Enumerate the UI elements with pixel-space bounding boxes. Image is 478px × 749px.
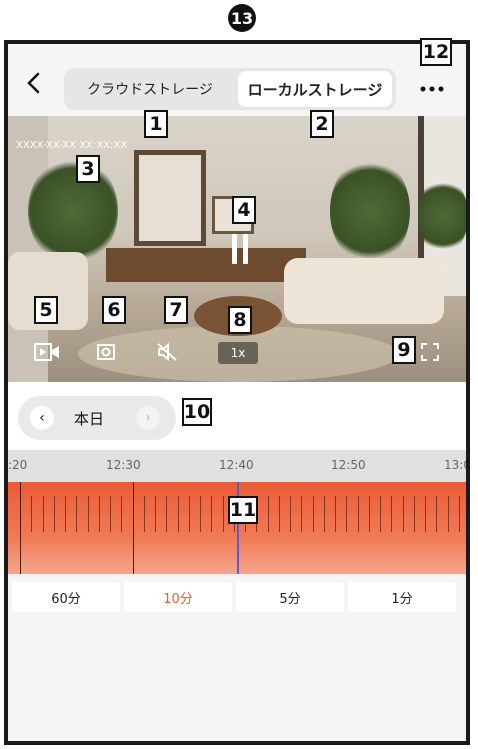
phone-frame: クラウドストレージ ローカルストレージ XXXX-XX-XX XX:XX:XX	[4, 40, 470, 745]
zoom-5min-button[interactable]: 5分	[236, 582, 344, 612]
timeline-tick	[301, 496, 303, 532]
callout-6: 6	[102, 296, 126, 324]
tab-cloud-storage[interactable]: クラウドストレージ	[64, 68, 236, 110]
date-navigation: ‹ 本日 ›	[8, 382, 466, 450]
video-timestamp: XXXX-XX-XX XX:XX:XX	[16, 140, 128, 151]
timeline-tick	[278, 496, 280, 532]
back-button[interactable]	[26, 72, 40, 100]
timeline-tick	[222, 496, 224, 532]
timeline-tick	[447, 496, 449, 532]
timeline-tick	[166, 496, 168, 532]
zoom-1min-button[interactable]: 1分	[348, 582, 456, 612]
timeline-tick	[188, 496, 190, 532]
pause-button[interactable]	[230, 234, 250, 264]
timeline-tick	[98, 496, 100, 532]
plant-decor	[418, 176, 466, 256]
plant-decor	[28, 156, 118, 266]
timeline-tick	[53, 496, 55, 532]
timeline-tick	[211, 496, 213, 532]
time-ruler: :20 12:30 12:40 12:50 13:0	[8, 450, 466, 482]
zoom-selector: 60分 10分 5分 1分	[8, 574, 466, 620]
sofa-right	[284, 258, 444, 324]
date-selector: ‹ 本日 ›	[18, 396, 176, 440]
pause-icon	[243, 234, 248, 264]
fullscreen-button[interactable]	[420, 342, 440, 367]
callout-2: 2	[310, 110, 334, 138]
timeline-tick	[177, 496, 179, 532]
mute-button[interactable]	[156, 342, 178, 367]
date-label: 本日	[74, 410, 105, 428]
pause-icon	[232, 234, 237, 264]
timeline-tick	[87, 496, 89, 532]
ruler-label: 12:30	[106, 458, 141, 472]
callout-1: 1	[144, 110, 168, 138]
timeline-tick	[31, 496, 33, 532]
timeline-tick	[402, 496, 404, 532]
timeline-tick	[290, 496, 291, 532]
record-icon	[34, 343, 59, 361]
ruler-label: 12:50	[331, 458, 366, 472]
header: クラウドストレージ ローカルストレージ	[8, 44, 466, 116]
sideboard	[106, 248, 306, 282]
more-dots-icon	[420, 86, 444, 92]
timeline-tick	[346, 496, 348, 532]
timeline-tick	[121, 496, 123, 532]
ruler-label: 13:0	[444, 458, 470, 472]
callout-3: 3	[76, 155, 100, 183]
timeline-tick	[436, 496, 438, 532]
timeline-tick	[425, 496, 426, 532]
timeline-tick	[110, 496, 111, 532]
snapshot-button[interactable]	[96, 342, 116, 367]
timeline-major-tick	[132, 482, 134, 574]
figure-number-badge: 13	[228, 4, 256, 32]
timeline-tick	[65, 496, 66, 532]
callout-7: 7	[164, 296, 188, 324]
timeline-tick	[335, 496, 336, 532]
timeline-tick	[391, 496, 393, 532]
timeline-tick	[200, 496, 201, 532]
callout-8: 8	[228, 306, 252, 334]
timeline-tick	[76, 496, 78, 532]
wall-art	[134, 150, 206, 246]
timeline-tick	[380, 496, 381, 532]
callout-10: 10	[182, 398, 212, 426]
callout-9: 9	[392, 336, 416, 364]
timeline-tick	[368, 496, 370, 532]
storage-segmented-control: クラウドストレージ ローカルストレージ	[64, 68, 396, 110]
next-day-button[interactable]: ›	[136, 406, 160, 430]
timeline-tick	[267, 496, 269, 532]
tab-local-storage[interactable]: ローカルストレージ	[238, 71, 392, 107]
timeline-tick	[312, 496, 314, 532]
plant-decor	[330, 156, 410, 266]
zoom-10min-button[interactable]: 10分	[124, 582, 232, 612]
record-button[interactable]	[34, 342, 60, 367]
more-button[interactable]	[420, 74, 444, 98]
playback-speed-button[interactable]: 1x	[218, 342, 258, 364]
timeline-tick	[155, 496, 156, 532]
timeline-tick	[357, 496, 359, 532]
snapshot-icon	[97, 344, 115, 360]
callout-12: 12	[420, 38, 452, 66]
zoom-60min-button[interactable]: 60分	[12, 582, 120, 612]
callout-11: 11	[228, 496, 258, 524]
chevron-left-icon	[27, 72, 40, 94]
timeline-tick	[323, 496, 325, 532]
timeline-tick	[458, 496, 460, 532]
callout-5: 5	[34, 296, 58, 324]
timeline-tick	[143, 496, 145, 532]
ruler-label: 12:40	[219, 458, 254, 472]
timeline-tick	[42, 496, 44, 532]
callout-4: 4	[232, 196, 256, 224]
fullscreen-icon	[421, 343, 439, 361]
timeline-tick	[413, 496, 415, 532]
mute-icon	[157, 342, 177, 362]
ruler-label: :20	[8, 458, 28, 472]
timeline-major-tick	[20, 482, 21, 574]
previous-day-button[interactable]: ‹	[30, 406, 54, 430]
